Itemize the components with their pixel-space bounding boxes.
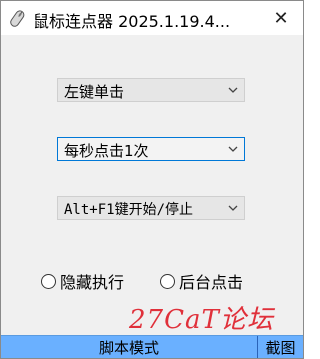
radio-circle [160,273,175,289]
screenshot-button[interactable]: 截图 [258,336,303,358]
click-frequency-value: 每秒点击1次 [64,142,149,160]
hotkey-select[interactable]: Alt+F1键开始/停止 [57,196,245,220]
click-frequency-select[interactable]: 每秒点击1次 [57,137,245,161]
window-title: 鼠标连点器 2025.1.19.4... [33,12,231,31]
watermark-logo: 27CaT论坛 [129,305,274,335]
chevron-down-icon [228,205,238,211]
close-button[interactable]: ✕ [259,1,303,35]
script-mode-button[interactable]: 脚本模式 [1,336,258,358]
background-click-radio[interactable]: 后台点击 [160,271,244,292]
hidden-exec-radio[interactable]: 隐藏执行 [41,271,125,292]
click-type-select[interactable]: 左键单击 [57,78,245,102]
click-type-value: 左键单击 [64,83,125,101]
hidden-exec-label: 隐藏执行 [60,273,125,292]
mouse-app-icon [10,10,25,27]
screenshot-label: 截图 [265,338,296,357]
hotkey-value: Alt+F1键开始/停止 [64,202,194,218]
script-mode-label: 脚本模式 [98,338,159,357]
status-bar: 脚本模式 截图 [1,335,303,358]
close-icon: ✕ [273,7,289,29]
chevron-down-icon [228,87,238,93]
background-click-label: 后台点击 [179,273,244,292]
title-bar: 鼠标连点器 2025.1.19.4... ✕ [1,1,303,35]
app-window: 鼠标连点器 2025.1.19.4... ✕ 左键单击 每秒点击1次 Alt+F… [0,0,304,359]
radio-circle [41,273,56,289]
chevron-down-icon [228,146,238,152]
